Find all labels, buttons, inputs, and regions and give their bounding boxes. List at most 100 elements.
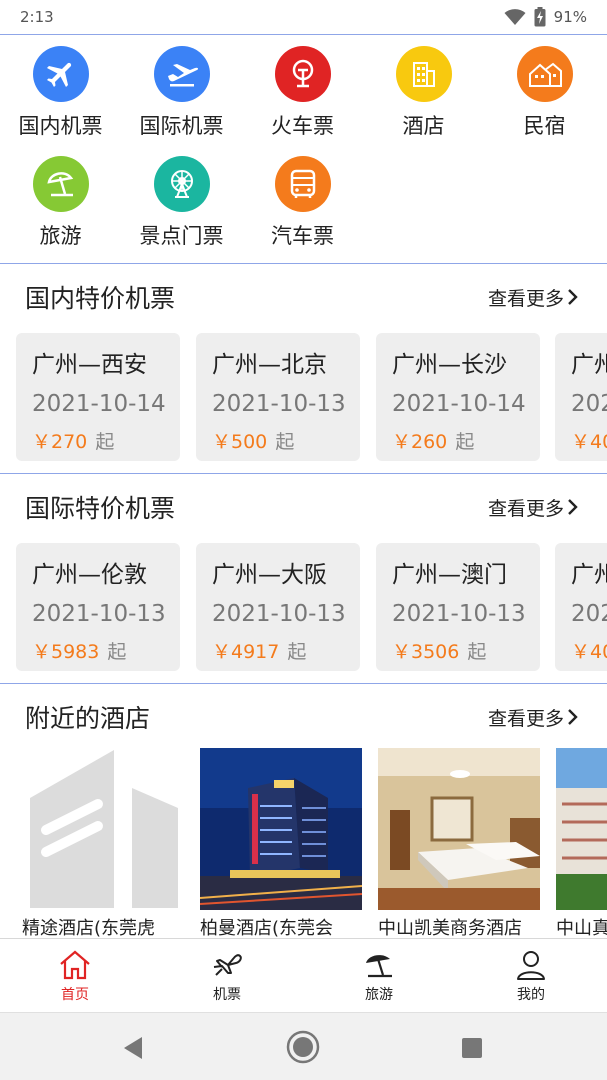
hotel-card[interactable]: 中山真 (556, 748, 607, 938)
home-circle-icon[interactable] (285, 1029, 321, 1065)
price-suffix: 起 (287, 641, 307, 663)
flight-date: 2021- (571, 391, 607, 417)
flight-price: ￥5983 起 (32, 637, 180, 664)
view-more-link[interactable]: 查看更多 (488, 704, 579, 731)
divider (0, 683, 607, 684)
nav-home[interactable]: 首页 (25, 939, 125, 1013)
section-header: 附近的酒店 查看更多 (25, 687, 579, 747)
nav-profile[interactable]: 我的 (481, 939, 581, 1013)
category-travel[interactable]: 旅游 (0, 146, 121, 256)
user-icon (517, 951, 545, 980)
nav-label: 我的 (517, 987, 545, 1003)
status-bar: 2:13 91% (0, 0, 607, 34)
chevron-right-icon (568, 499, 578, 515)
divider (0, 473, 607, 474)
price-value: ￥260 (392, 431, 448, 453)
status-icons: 91% (504, 7, 587, 27)
section-header: 国际特价机票 查看更多 (25, 477, 579, 537)
beach-umbrella-icon (366, 955, 392, 978)
price-suffix: 起 (455, 431, 475, 453)
flight-route: 广州— (571, 352, 607, 378)
flight-card[interactable]: 广州—西安 2021-10-14 ￥270 起 (16, 333, 180, 461)
flight-date: 2021-10-14 (392, 391, 526, 417)
hotel-name: 柏曼酒店(东莞会 (200, 918, 334, 938)
hotel-name: 中山真 (556, 918, 607, 938)
nav-flights[interactable]: 机票 (177, 939, 277, 1013)
nearby-hotels-section: 附近的酒店 查看更多 (0, 687, 607, 747)
flight-route: 广州—澳门 (392, 562, 507, 588)
recents-icon[interactable] (460, 1036, 484, 1060)
flight-card[interactable]: 广州—大阪 2021-10-13 ￥4917 起 (196, 543, 360, 671)
flight-price: ￥3506 起 (392, 637, 540, 664)
divider (0, 263, 607, 264)
flight-card[interactable]: 广州—伦敦 2021-10-13 ￥5983 起 (16, 543, 180, 671)
hotel-card[interactable]: 精途酒店(东莞虎 (22, 748, 186, 938)
flight-card[interactable]: 广州—长沙 2021-10-14 ￥260 起 (376, 333, 540, 461)
back-icon[interactable] (120, 1035, 146, 1061)
category-international-flights[interactable]: 国际机票 (121, 36, 242, 146)
category-bus-tickets[interactable]: 汽车票 (242, 146, 363, 256)
divider (0, 34, 607, 35)
category-train-tickets[interactable]: 火车票 (242, 36, 363, 146)
hotel-photo (200, 748, 362, 910)
price-suffix: 起 (275, 431, 295, 453)
category-homestay[interactable]: 民宿 (484, 36, 605, 146)
battery-percent: 91% (553, 8, 587, 26)
nav-label: 旅游 (365, 987, 393, 1003)
section-title: 附近的酒店 (25, 704, 151, 733)
price-value: ￥40 (571, 431, 607, 453)
wifi-icon (504, 9, 526, 25)
hotel-card[interactable]: 中山凯美商务酒店 (378, 748, 542, 938)
price-suffix: 起 (467, 641, 487, 663)
system-navigation-bar (0, 1012, 607, 1080)
price-value: ￥5983 (32, 641, 100, 663)
category-label: 酒店 (402, 114, 445, 138)
chevron-right-icon (568, 709, 578, 725)
flight-route: 广州—伦敦 (32, 562, 147, 588)
flight-date: 2021-10-13 (212, 601, 346, 627)
flight-route: 广州—大阪 (212, 562, 327, 588)
hotel-photo (378, 748, 540, 910)
category-attraction-tickets[interactable]: 景点门票 (121, 146, 242, 256)
flight-date: 2021-10-13 (32, 601, 166, 627)
chevron-right-icon (568, 289, 578, 305)
price-suffix: 起 (95, 431, 115, 453)
view-more-link[interactable]: 查看更多 (488, 284, 579, 311)
hotel-placeholder-image (22, 748, 184, 910)
view-more-label: 查看更多 (487, 497, 564, 520)
view-more-label: 查看更多 (487, 707, 564, 730)
flight-card-list: 广州—伦敦 2021-10-13 ￥5983 起 广州—大阪 2021-10-1… (16, 543, 607, 671)
hotel-list: 精途酒店(东莞虎 柏曼酒店(东莞会 中山凯美商务酒店 中山真 (0, 748, 607, 938)
battery-icon (534, 7, 546, 27)
flight-price: ￥270 起 (32, 427, 180, 454)
category-domestic-flights[interactable]: 国内机票 (0, 36, 121, 146)
flight-card[interactable]: 广州— 2021- ￥40 (555, 543, 607, 671)
category-label: 汽车票 (271, 224, 334, 248)
flight-date: 2021-10-13 (212, 391, 346, 417)
price-value: ￥40 (571, 641, 607, 663)
hotel-name: 中山凯美商务酒店 (378, 918, 522, 938)
section-title: 国际特价机票 (25, 494, 176, 523)
nav-label: 机票 (213, 987, 241, 1003)
hotel-card[interactable]: 柏曼酒店(东莞会 (200, 748, 364, 938)
flight-price: ￥500 起 (212, 427, 360, 454)
category-label: 景点门票 (139, 224, 224, 248)
plane-icon (213, 954, 242, 976)
beach-umbrella-icon (32, 156, 89, 212)
flight-card[interactable]: 广州—北京 2021-10-13 ￥500 起 (196, 333, 360, 461)
flight-card[interactable]: 广州—澳门 2021-10-13 ￥3506 起 (376, 543, 540, 671)
section-header: 国内特价机票 查看更多 (25, 267, 579, 327)
flight-date: 2021- (571, 601, 607, 627)
price-suffix: 起 (107, 641, 127, 663)
flight-date: 2021-10-14 (32, 391, 166, 417)
status-time: 2:13 (20, 8, 54, 26)
flight-route: 广州—西安 (32, 352, 147, 378)
view-more-link[interactable]: 查看更多 (488, 494, 579, 521)
flight-route: 广州— (571, 562, 607, 588)
plane-takeoff-icon (153, 46, 210, 102)
nav-travel[interactable]: 旅游 (329, 939, 429, 1013)
category-hotel[interactable]: 酒店 (363, 36, 484, 146)
bottom-navigation: 首页 机票 旅游 我的 (0, 938, 607, 1012)
flight-card[interactable]: 广州— 2021- ￥40 (555, 333, 607, 461)
ferris-wheel-icon (153, 156, 210, 212)
